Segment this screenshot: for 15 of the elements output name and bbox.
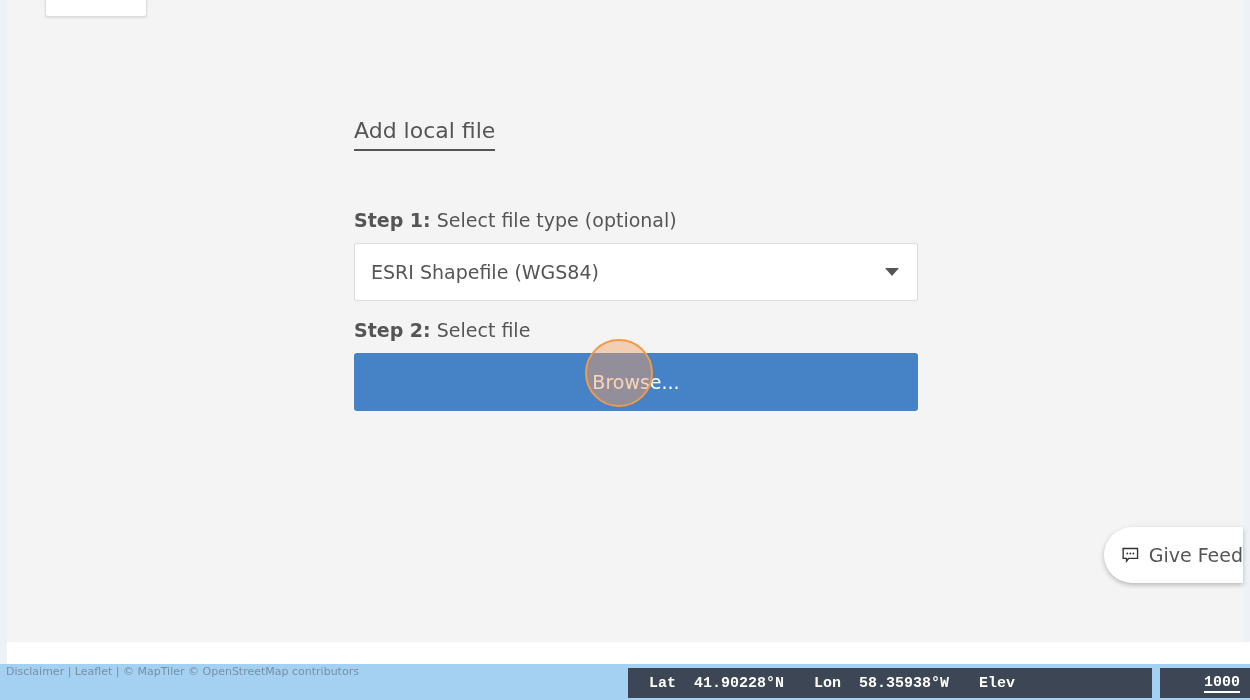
map-attribution: Disclaimer | Leaflet | © MapTiler © OpenStreetMap contributors <box>6 665 359 678</box>
lon-label: Lon <box>814 674 842 692</box>
lon-value: 58.35938°W <box>859 674 950 692</box>
panel-title: Add local file <box>354 118 496 151</box>
feedback-button[interactable]: Give Feed <box>1104 527 1243 583</box>
caret-icon <box>885 268 899 276</box>
map-control[interactable] <box>45 0 147 17</box>
file-type-dropdown[interactable]: ESRI Shapefile (WGS84) <box>354 243 918 301</box>
scale-bar: 1000 <box>1160 668 1250 698</box>
lat-value: 41.90228°N <box>694 674 785 692</box>
elev-label: Elev <box>979 674 1016 692</box>
lat-label: Lat <box>649 674 676 692</box>
step-label: Step 1: Select file type (optional) <box>354 209 678 231</box>
chat-icon <box>1122 545 1139 565</box>
step-label: Step 2: Select file <box>354 319 532 341</box>
